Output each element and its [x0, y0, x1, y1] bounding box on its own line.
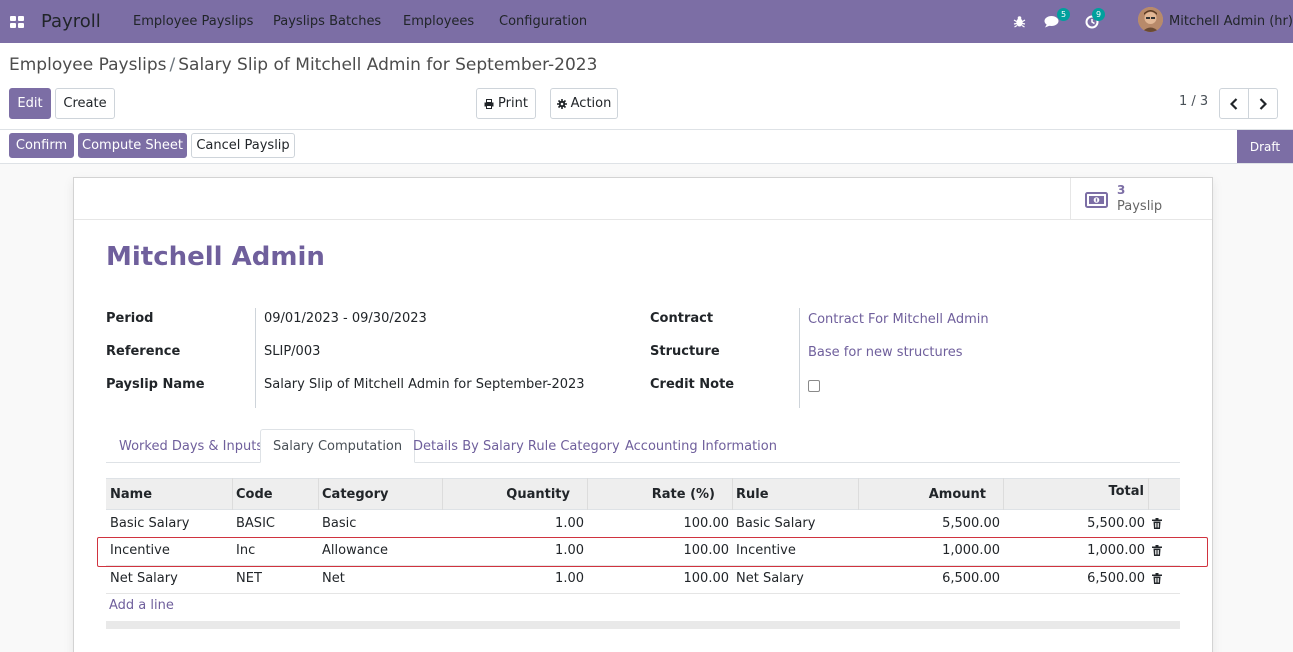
compute-sheet-button[interactable]: Compute Sheet [78, 133, 187, 158]
employee-name[interactable]: Mitchell Admin [106, 242, 325, 272]
row-1-name[interactable]: Basic Salary [110, 510, 189, 537]
column-header-rule[interactable]: Rule [736, 478, 769, 510]
trash-icon[interactable] [1152, 573, 1162, 584]
row-1-amount[interactable]: 5,500.00 [859, 510, 1000, 537]
row-1-category[interactable]: Basic [322, 510, 356, 537]
column-separator [232, 478, 233, 510]
payslip-count-label: Payslip [1117, 199, 1163, 214]
column-separator [858, 478, 859, 510]
column-header-name[interactable]: Name [110, 478, 152, 510]
gear-icon [556, 98, 567, 109]
print-label: Print [498, 96, 528, 111]
column-header-total[interactable]: Total [1004, 478, 1144, 510]
chevron-right-icon [1259, 97, 1267, 110]
avatar[interactable] [1138, 7, 1163, 32]
action-label: Action [570, 96, 612, 111]
payslip-name-field[interactable]: Salary Slip of Mitchell Admin for Septem… [264, 377, 585, 392]
structure-field[interactable]: Base for new structures [808, 345, 963, 360]
messages-badge: 5 [1057, 8, 1070, 21]
add-line-link[interactable]: Add a line [109, 598, 174, 613]
reference-field[interactable]: SLIP/003 [264, 344, 320, 359]
field-divider-left [255, 308, 256, 408]
column-separator [732, 478, 733, 510]
period-field[interactable]: 09/01/2023 - 09/30/2023 [264, 311, 427, 326]
row-3-rate[interactable]: 100.00 [588, 565, 730, 592]
tab-details-by-salary-rule-category[interactable]: Details By Salary Rule Category [413, 429, 620, 463]
column-separator [587, 478, 588, 510]
edit-button[interactable]: Edit [9, 88, 51, 119]
app-name[interactable]: Payroll [41, 0, 101, 43]
tab-accounting-information[interactable]: Accounting Information [625, 429, 777, 463]
menu-employees[interactable]: Employees [403, 0, 474, 43]
menu-employee-payslips[interactable]: Employee Payslips [133, 0, 253, 43]
column-header-category[interactable]: Category [322, 478, 388, 510]
pager-previous-button[interactable] [1219, 88, 1249, 119]
contract-field[interactable]: Contract For Mitchell Admin [808, 312, 989, 327]
print-button[interactable]: Print [476, 88, 536, 119]
row-3-quantity[interactable]: 1.00 [443, 565, 584, 592]
tab-salary-computation[interactable]: Salary Computation [260, 429, 416, 463]
chevron-left-icon [1230, 97, 1238, 110]
row-divider [106, 593, 1180, 594]
breadcrumb-current: Salary Slip of Mitchell Admin for Septem… [178, 55, 598, 75]
column-header-amount[interactable]: Amount [859, 478, 986, 510]
credit-note-label: Credit Note [650, 377, 735, 392]
user-menu[interactable]: Mitchell Admin (hr) [1169, 0, 1293, 43]
bug-icon[interactable] [1013, 0, 1026, 43]
button-box [74, 178, 1212, 220]
breadcrumb: Employee Payslips / Salary Slip of Mitchel… [9, 55, 597, 75]
column-header-code[interactable]: Code [236, 478, 273, 510]
column-separator [318, 478, 319, 510]
row-1-quantity[interactable]: 1.00 [443, 510, 584, 537]
row-3-total[interactable]: 6,500.00 [1004, 565, 1145, 592]
column-header-quantity[interactable]: Quantity [443, 478, 570, 510]
create-button[interactable]: Create [55, 88, 115, 119]
breadcrumb-separator: / [169, 55, 176, 75]
activities-badge: 9 [1092, 8, 1105, 21]
row-3-amount[interactable]: 6,500.00 [859, 565, 1000, 592]
pager-value[interactable]: 1 / 3 [1179, 94, 1208, 109]
credit-note-checkbox[interactable] [808, 380, 820, 392]
row-1-code[interactable]: BASIC [236, 510, 275, 537]
row-3-rule[interactable]: Net Salary [736, 565, 804, 592]
row-1-rule[interactable]: Basic Salary [736, 510, 815, 537]
clock-icon[interactable] [1085, 0, 1099, 43]
column-separator [442, 478, 443, 510]
printer-icon [484, 98, 494, 109]
structure-label: Structure [650, 344, 720, 359]
table-footer [106, 621, 1180, 629]
breadcrumb-parent[interactable]: Employee Payslips [9, 55, 167, 75]
menu-payslips-batches[interactable]: Payslips Batches [273, 0, 381, 43]
row-3-name[interactable]: Net Salary [110, 565, 178, 592]
payslip-name-label: Payslip Name [106, 377, 205, 392]
field-divider-right [799, 308, 800, 408]
cancel-payslip-button[interactable]: Cancel Payslip [191, 133, 295, 158]
incentive-row-highlight [97, 537, 1208, 567]
column-separator [1003, 478, 1004, 510]
contract-label: Contract [650, 311, 714, 326]
row-1-rate[interactable]: 100.00 [588, 510, 730, 537]
menu-configuration[interactable]: Configuration [499, 0, 587, 43]
column-separator [1148, 478, 1149, 510]
money-icon [1085, 192, 1108, 212]
chat-icon[interactable] [1044, 0, 1059, 43]
apps-grid-icon[interactable] [9, 0, 25, 43]
pager-next-button[interactable] [1248, 88, 1278, 119]
payslip-count: 3 [1117, 183, 1126, 197]
status-draft[interactable]: Draft [1237, 130, 1293, 163]
row-3-code[interactable]: NET [236, 565, 262, 592]
reference-label: Reference [106, 344, 181, 359]
tab-worked-days-inputs[interactable]: Worked Days & Inputs [119, 429, 263, 463]
trash-icon[interactable] [1152, 518, 1162, 529]
row-3-category[interactable]: Net [322, 565, 345, 592]
column-header-rate[interactable]: Rate (%) [588, 478, 715, 510]
period-label: Period [106, 311, 154, 326]
action-button[interactable]: Action [550, 88, 618, 119]
confirm-button[interactable]: Confirm [9, 133, 74, 158]
row-1-total[interactable]: 5,500.00 [1004, 510, 1145, 537]
